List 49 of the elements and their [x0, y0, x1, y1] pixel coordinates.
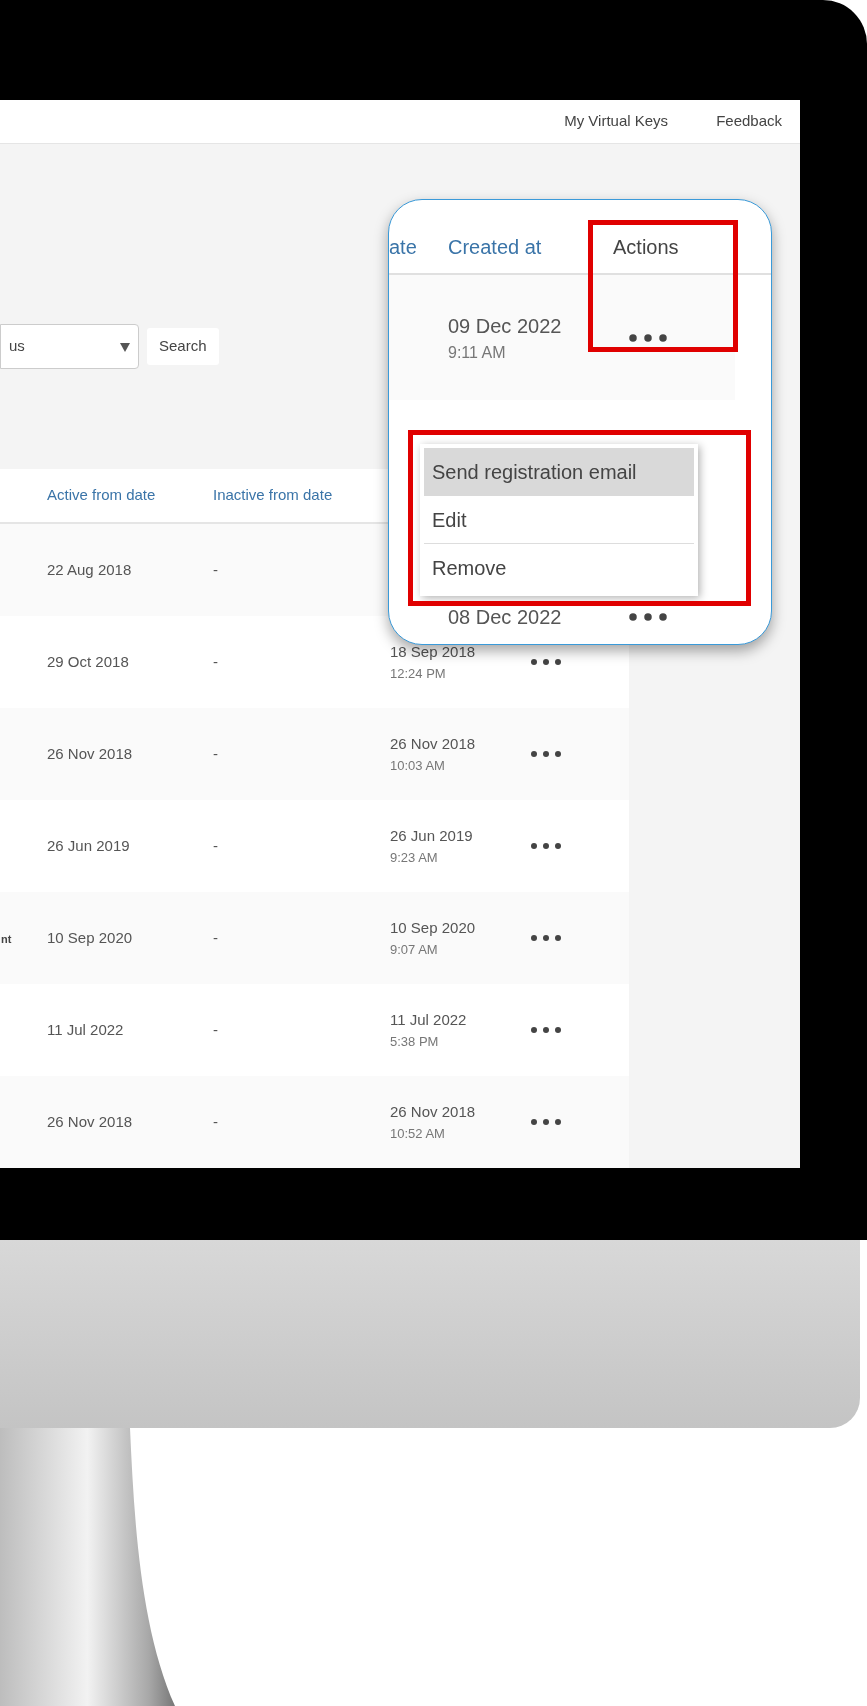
- more-options-icon[interactable]: [628, 612, 668, 622]
- created-time: 10:52 AM: [390, 1124, 446, 1143]
- created-date: 11 Jul 2022: [390, 1010, 468, 1030]
- created-date: 08 Dec 2022: [448, 605, 563, 630]
- table-cell: 29 Oct 2018: [47, 652, 129, 670]
- more-options-icon[interactable]: [530, 1026, 562, 1034]
- status-select[interactable]: us: [0, 324, 139, 369]
- created-time: 5:38 PM: [390, 1032, 440, 1051]
- created-date: 26 Nov 2018: [390, 1102, 477, 1122]
- menu-item[interactable]: Send registration email: [424, 448, 694, 496]
- column-header[interactable]: Actions: [613, 231, 679, 262]
- table-cell: -: [213, 1020, 218, 1038]
- header-link[interactable]: My Virtual Keys: [564, 110, 669, 133]
- table-cell: -: [213, 652, 218, 670]
- created-time: 10:03 AM: [390, 756, 446, 775]
- table-cell: -: [213, 560, 218, 578]
- table-cell: -: [213, 1112, 218, 1130]
- more-options-icon[interactable]: [530, 934, 562, 942]
- search-button[interactable]: Search: [147, 328, 219, 365]
- more-options-icon[interactable]: [530, 658, 562, 666]
- header-link[interactable]: Feedback: [716, 110, 782, 133]
- column-header[interactable]: Active from date: [47, 484, 213, 507]
- created-date: 10 Sep 2020: [390, 918, 477, 938]
- column-header[interactable]: Created at: [448, 231, 613, 262]
- more-options-icon[interactable]: [530, 842, 562, 850]
- more-options-icon[interactable]: [530, 750, 562, 758]
- table-cell: 26 Nov 2018: [47, 1112, 133, 1130]
- table-cell: 11 Jul 2022: [47, 1020, 124, 1038]
- created-time: 9:07 AM: [390, 940, 439, 959]
- dropdown-triangle-icon: [120, 341, 130, 352]
- more-options-icon[interactable]: [628, 332, 668, 343]
- table-cell: -: [213, 836, 218, 854]
- column-header[interactable]: Inactive from date: [213, 484, 390, 507]
- table-cell: nt: [1, 932, 12, 945]
- table-cell: 10 Sep 2020: [47, 928, 133, 946]
- table-cell: 26 Nov 2018: [47, 744, 133, 762]
- created-date: 26 Nov 2018: [390, 734, 477, 754]
- created-time: 9:23 AM: [390, 848, 439, 867]
- table-cell: -: [213, 744, 218, 762]
- created-time: 9:11 AM: [448, 342, 507, 363]
- table-cell: 26 Jun 2019: [47, 836, 130, 854]
- created-time: 12:24 PM: [390, 664, 447, 683]
- created-date: 18 Sep 2018: [390, 642, 477, 662]
- table-cell: -: [213, 928, 218, 946]
- table-cell: 22 Aug 2018: [47, 560, 132, 578]
- more-options-icon[interactable]: [530, 1118, 562, 1126]
- column-header[interactable]: ate: [389, 231, 448, 262]
- created-date: 09 Dec 2022: [448, 313, 563, 339]
- created-date: 26 Jun 2019: [390, 826, 474, 846]
